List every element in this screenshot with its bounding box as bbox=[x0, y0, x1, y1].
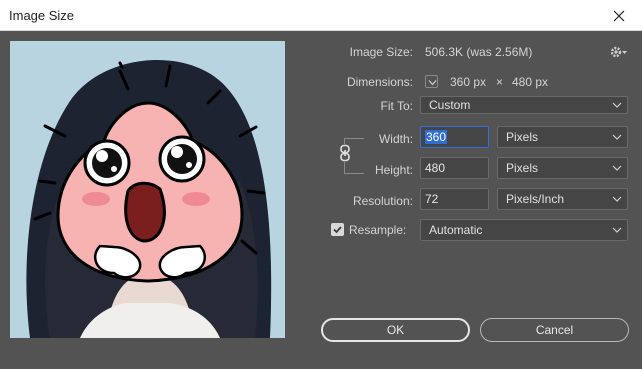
width-unit-select[interactable]: Pixels bbox=[497, 126, 628, 148]
chevron-down-icon bbox=[612, 196, 622, 202]
chevron-down-icon bbox=[428, 80, 437, 86]
height-value: 480 bbox=[425, 161, 446, 175]
height-input[interactable]: 480 bbox=[420, 157, 489, 179]
resample-checkbox[interactable] bbox=[331, 223, 344, 236]
dimensions-width: 360 px bbox=[450, 75, 487, 89]
checkmark-icon bbox=[333, 226, 342, 234]
width-input[interactable]: 360 bbox=[420, 126, 489, 148]
cancel-button[interactable]: Cancel bbox=[480, 318, 629, 342]
gear-icon bbox=[610, 46, 627, 58]
height-label: Height: bbox=[374, 163, 413, 177]
chevron-down-icon bbox=[612, 102, 622, 108]
resolution-input[interactable]: 72 bbox=[420, 188, 489, 210]
height-unit-value: Pixels bbox=[506, 161, 539, 175]
image-size-value: 506.3K (was 2.56M) bbox=[425, 45, 533, 59]
chevron-down-icon bbox=[612, 227, 622, 233]
ok-button[interactable]: OK bbox=[321, 318, 470, 342]
dimensions-unit-toggle[interactable] bbox=[425, 75, 438, 88]
width-label: Width: bbox=[378, 132, 413, 146]
image-size-label: Image Size: bbox=[349, 45, 413, 59]
fit-to-select[interactable]: Custom bbox=[420, 96, 628, 114]
settings-button[interactable] bbox=[610, 45, 628, 59]
dimensions-label: Dimensions: bbox=[346, 75, 413, 89]
resolution-unit-select[interactable]: Pixels/Inch bbox=[497, 188, 628, 210]
preview-artwork bbox=[10, 41, 285, 338]
fit-to-label: Fit To: bbox=[380, 99, 413, 113]
width-unit-value: Pixels bbox=[506, 130, 539, 144]
dimensions-separator: × bbox=[496, 75, 504, 89]
image-size-dialog: Image Size Image Size: 506.3K (was 2.56M… bbox=[0, 0, 642, 369]
window-title: Image Size bbox=[9, 8, 75, 23]
image-preview[interactable] bbox=[10, 41, 285, 338]
chevron-down-icon bbox=[612, 165, 622, 171]
fit-to-value: Custom bbox=[429, 98, 471, 112]
resample-label: Resample: bbox=[349, 223, 407, 237]
link-icon bbox=[340, 144, 350, 162]
width-value: 360 bbox=[425, 130, 448, 144]
dimensions-height: 480 px bbox=[512, 75, 549, 89]
resolution-value: 72 bbox=[425, 192, 439, 206]
resample-select[interactable]: Automatic bbox=[420, 219, 628, 241]
close-button[interactable] bbox=[596, 0, 642, 31]
resolution-unit-value: Pixels/Inch bbox=[506, 192, 565, 206]
resolution-label: Resolution: bbox=[352, 194, 413, 208]
chevron-down-icon bbox=[612, 134, 622, 140]
resample-value: Automatic bbox=[429, 223, 483, 237]
title-bar: Image Size bbox=[0, 0, 642, 31]
height-unit-select[interactable]: Pixels bbox=[497, 157, 628, 179]
constrain-proportions-button[interactable] bbox=[338, 144, 352, 162]
close-icon bbox=[613, 10, 625, 21]
